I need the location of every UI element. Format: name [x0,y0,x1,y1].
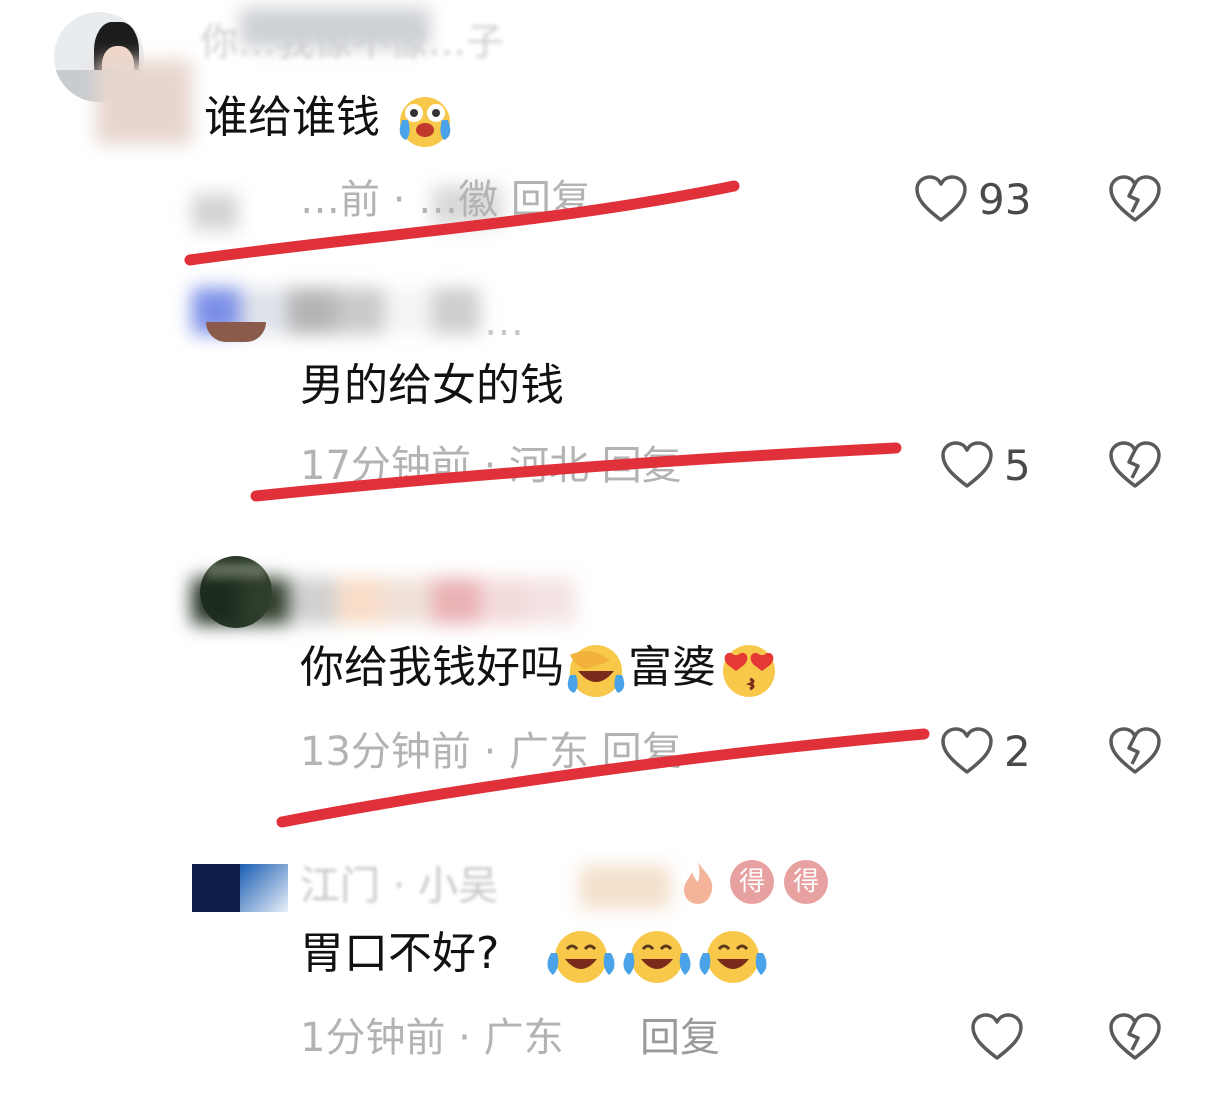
heart-icon [941,441,993,488]
dislike-button[interactable] [1108,1012,1162,1066]
comment-text: 胃口不好? [300,926,771,985]
like-count: 5 [1004,441,1031,490]
comment-text: 男的给女的钱 [300,360,564,411]
username[interactable]: 江门 · 小吴 [300,862,498,910]
comment-text: 你给我钱好吗 富婆 [300,640,782,699]
comment-meta: …前 · …徽 回复 [300,177,591,223]
like-button[interactable] [970,1012,1030,1066]
username-mosaic [240,8,430,48]
badge: 得 [784,860,828,904]
crying-laughing-icon [399,97,451,147]
badge: 得 [730,860,774,904]
tears-of-joy-icon [699,931,767,983]
comment-meta: 13分钟前 · 广东 回复 [300,729,682,775]
comment-body: 谁给谁钱 [204,92,380,143]
tears-of-joy-icon [623,931,691,983]
comment-meta: 1分钟前 · 广东 [300,1015,564,1061]
heart-icon [941,727,993,774]
dislike-button[interactable] [1108,726,1162,780]
heart-eyes-kiss-icon [723,645,775,697]
reply-button[interactable]: 回复 [640,1014,720,1062]
broken-heart-icon [1109,175,1161,222]
comment-body-2: 富婆 [628,642,716,693]
dislike-button[interactable] [1108,440,1162,494]
username[interactable]: … [484,298,524,346]
avatar[interactable] [206,322,266,342]
comment-body: 胃口不好? [300,928,500,979]
comment-body: 你给我钱好吗 [300,642,564,693]
dislike-button[interactable] [1108,174,1162,228]
heart-icon [915,175,967,222]
tears-of-joy-icon [547,931,615,983]
avatar-username-mosaic [192,578,576,624]
like-count: 2 [1004,727,1031,776]
fire-icon [684,862,713,904]
broken-heart-icon [1109,727,1161,774]
face-palm-laughing-icon [567,645,625,697]
broken-heart-icon [1109,441,1161,488]
comment-meta: 17分钟前 · 河北 回复 [300,443,682,489]
like-button[interactable]: 93 [914,174,1044,228]
heart-icon [971,1013,1023,1060]
avatar[interactable] [192,864,288,912]
username-mosaic [580,866,670,908]
broken-heart-icon [1109,1013,1161,1060]
avatar-mosaic [96,60,192,144]
meta-mosaic [192,194,238,230]
like-button[interactable]: 2 [940,726,1040,780]
like-button[interactable]: 5 [940,440,1040,494]
like-count: 93 [978,175,1032,224]
comment-text: 谁给谁钱 [204,90,456,148]
